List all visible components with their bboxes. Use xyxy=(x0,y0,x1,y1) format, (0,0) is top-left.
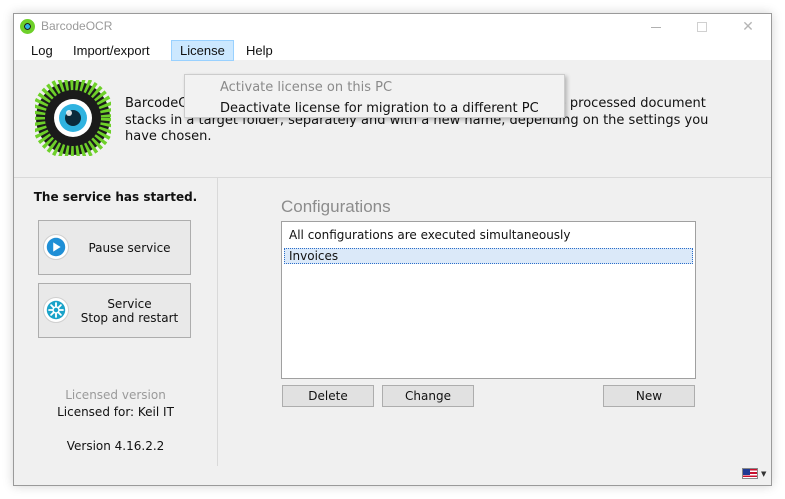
panel-divider xyxy=(217,178,218,466)
service-status: The service has started. xyxy=(33,190,198,204)
change-button[interactable]: Change xyxy=(382,385,474,407)
restart-service-button[interactable]: Service Stop and restart xyxy=(38,283,191,338)
barcodeocr-eye-logo-icon xyxy=(35,80,111,156)
menu-license[interactable]: License xyxy=(171,40,234,61)
list-item[interactable]: Invoices xyxy=(284,248,693,264)
close-icon: ✕ xyxy=(742,19,754,35)
window-title: BarcodeOCR xyxy=(41,19,113,33)
maximize-button[interactable] xyxy=(679,14,725,40)
minimize-icon xyxy=(651,26,661,28)
app-window: BarcodeOCR ✕ Log Import/export License H… xyxy=(13,13,772,486)
minimize-button[interactable] xyxy=(633,14,679,40)
pause-service-button[interactable]: Pause service xyxy=(38,220,191,275)
menu-import-export[interactable]: Import/export xyxy=(65,40,158,61)
configurations-list[interactable]: All configurations are executed simultan… xyxy=(281,221,696,379)
close-button[interactable]: ✕ xyxy=(725,14,771,40)
configurations-hint: All configurations are executed simultan… xyxy=(289,228,571,242)
menu-help[interactable]: Help xyxy=(238,40,281,61)
menu-item-activate-license[interactable]: Activate license on this PC xyxy=(220,80,392,95)
play-circle-icon xyxy=(43,234,69,260)
licensed-for-label: Licensed for: Keil IT xyxy=(57,405,174,419)
menu-log[interactable]: Log xyxy=(23,40,61,61)
header-divider xyxy=(14,177,771,178)
restart-service-label-line2: Stop and restart xyxy=(80,311,179,325)
license-dropdown-menu: Activate license on this PC Deactivate l… xyxy=(184,74,565,118)
chevron-down-icon[interactable]: ▼ xyxy=(761,470,766,478)
licensed-version-label: Licensed version xyxy=(65,388,166,402)
gear-icon xyxy=(43,297,69,323)
configurations-title: Configurations xyxy=(281,197,391,216)
title-bar[interactable]: BarcodeOCR ✕ xyxy=(14,14,771,40)
app-logo-icon xyxy=(20,19,35,34)
restart-service-label-line1: Service xyxy=(107,297,152,311)
menu-item-deactivate-license[interactable]: Deactivate license for migration to a di… xyxy=(220,101,539,116)
new-button[interactable]: New xyxy=(603,385,695,407)
delete-button[interactable]: Delete xyxy=(282,385,374,407)
us-flag-icon[interactable] xyxy=(742,468,758,479)
version-label: Version 4.16.2.2 xyxy=(66,439,165,453)
menu-bar: Log Import/export License Help xyxy=(14,40,771,61)
pause-service-label: Pause service xyxy=(88,241,171,255)
maximize-icon xyxy=(697,22,707,32)
